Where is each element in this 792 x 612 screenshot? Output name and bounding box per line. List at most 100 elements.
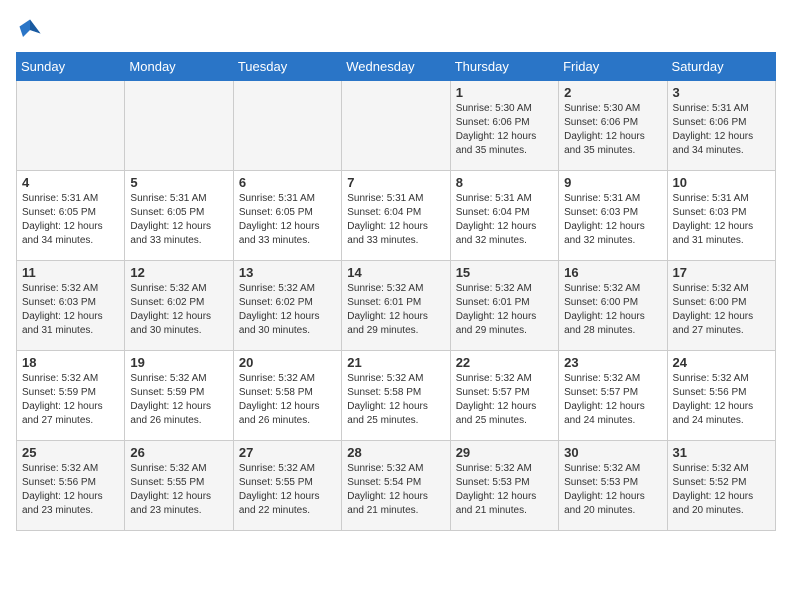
day-info: Sunrise: 5:31 AM Sunset: 6:04 PM Dayligh… xyxy=(347,192,444,248)
week-row-4: 18Sunrise: 5:32 AM Sunset: 5:59 PM Dayli… xyxy=(17,351,776,441)
week-row-2: 4 Sunrise: 5:31 AM Sunset: 6:05 PM Daylig… xyxy=(17,171,776,261)
calendar-cell: 1 Sunrise: 5:30 AM Sunset: 6:06 PM Daylig… xyxy=(450,81,558,171)
day-info: Sunrise: 5:31 AM Sunset: 6:05 PM Dayligh… xyxy=(239,192,336,248)
week-row-1: 1 Sunrise: 5:30 AM Sunset: 6:06 PM Daylig… xyxy=(17,81,776,171)
day-info: Sunrise: 5:31 AM Sunset: 6:04 PM Dayligh… xyxy=(456,192,553,248)
calendar-cell: 30 Sunrise: 5:32 AM Sunset: 5:53 PM Dayli… xyxy=(559,441,667,531)
day-info: Sunrise: 5:31 AM Sunset: 6:03 PM Dayligh… xyxy=(673,192,770,248)
day-number: 26 xyxy=(130,445,227,460)
day-info: Sunrise: 5:31 AM Sunset: 6:05 PM Dayligh… xyxy=(130,192,227,248)
calendar-cell xyxy=(125,81,233,171)
day-number: 31 xyxy=(673,445,770,460)
day-number: 2 xyxy=(564,85,661,100)
header xyxy=(16,16,776,44)
day-info: Sunrise: 5:32 AM Sunset: 5:56 PM Dayligh… xyxy=(673,372,770,428)
calendar-cell: 31 Sunrise: 5:32 AM Sunset: 5:52 PM Dayli… xyxy=(667,441,775,531)
calendar-table: SundayMondayTuesdayWednesdayThursdayFrid… xyxy=(16,52,776,531)
calendar-cell: 21 Sunrise: 5:32 AM Sunset: 5:58 PM Dayli… xyxy=(342,351,450,441)
day-number: 11 xyxy=(22,265,119,280)
day-info: Sunrise: 5:31 AM Sunset: 6:06 PM Dayligh… xyxy=(673,102,770,158)
day-info: Sunrise: 5:32 AM Sunset: 5:54 PM Dayligh… xyxy=(347,462,444,518)
day-number: 9 xyxy=(564,175,661,190)
calendar-cell: 29Sunrise: 5:32 AM Sunset: 5:53 PM Dayli… xyxy=(450,441,558,531)
day-number: 3 xyxy=(673,85,770,100)
day-number: 6 xyxy=(239,175,336,190)
day-info: Sunrise: 5:31 AM Sunset: 6:03 PM Dayligh… xyxy=(564,192,661,248)
calendar-cell: 24Sunrise: 5:32 AM Sunset: 5:56 PM Dayli… xyxy=(667,351,775,441)
day-info: Sunrise: 5:32 AM Sunset: 5:59 PM Dayligh… xyxy=(22,372,119,428)
calendar-cell xyxy=(17,81,125,171)
calendar-cell: 16 Sunrise: 5:32 AM Sunset: 6:00 PM Dayli… xyxy=(559,261,667,351)
calendar-cell: 9 Sunrise: 5:31 AM Sunset: 6:03 PM Daylig… xyxy=(559,171,667,261)
day-header-wednesday: Wednesday xyxy=(342,53,450,81)
calendar-cell: 26 Sunrise: 5:32 AM Sunset: 5:55 PM Dayli… xyxy=(125,441,233,531)
day-number: 23 xyxy=(564,355,661,370)
day-number: 25 xyxy=(22,445,119,460)
day-info: Sunrise: 5:31 AM Sunset: 6:05 PM Dayligh… xyxy=(22,192,119,248)
day-info: Sunrise: 5:32 AM Sunset: 6:01 PM Dayligh… xyxy=(456,282,553,338)
calendar-cell: 8 Sunrise: 5:31 AM Sunset: 6:04 PM Daylig… xyxy=(450,171,558,261)
day-header-monday: Monday xyxy=(125,53,233,81)
day-number: 13 xyxy=(239,265,336,280)
day-number: 10 xyxy=(673,175,770,190)
day-info: Sunrise: 5:32 AM Sunset: 5:53 PM Dayligh… xyxy=(564,462,661,518)
calendar-cell: 25 Sunrise: 5:32 AM Sunset: 5:56 PM Dayli… xyxy=(17,441,125,531)
day-header-thursday: Thursday xyxy=(450,53,558,81)
calendar-cell: 6 Sunrise: 5:31 AM Sunset: 6:05 PM Daylig… xyxy=(233,171,341,261)
calendar-cell: 10 Sunrise: 5:31 AM Sunset: 6:03 PM Dayli… xyxy=(667,171,775,261)
day-number: 1 xyxy=(456,85,553,100)
calendar-cell: 5 Sunrise: 5:31 AM Sunset: 6:05 PM Daylig… xyxy=(125,171,233,261)
calendar-cell: 3 Sunrise: 5:31 AM Sunset: 6:06 PM Daylig… xyxy=(667,81,775,171)
calendar-cell: 20 Sunrise: 5:32 AM Sunset: 5:58 PM Dayli… xyxy=(233,351,341,441)
header-row: SundayMondayTuesdayWednesdayThursdayFrid… xyxy=(17,53,776,81)
day-info: Sunrise: 5:32 AM Sunset: 5:57 PM Dayligh… xyxy=(564,372,661,428)
day-number: 8 xyxy=(456,175,553,190)
day-info: Sunrise: 5:32 AM Sunset: 5:52 PM Dayligh… xyxy=(673,462,770,518)
day-info: Sunrise: 5:32 AM Sunset: 6:00 PM Dayligh… xyxy=(673,282,770,338)
day-info: Sunrise: 5:32 AM Sunset: 6:03 PM Dayligh… xyxy=(22,282,119,338)
day-number: 7 xyxy=(347,175,444,190)
calendar-cell: 15Sunrise: 5:32 AM Sunset: 6:01 PM Dayli… xyxy=(450,261,558,351)
calendar-cell: 28 Sunrise: 5:32 AM Sunset: 5:54 PM Dayli… xyxy=(342,441,450,531)
calendar-cell: 27Sunrise: 5:32 AM Sunset: 5:55 PM Dayli… xyxy=(233,441,341,531)
day-number: 21 xyxy=(347,355,444,370)
day-number: 19 xyxy=(130,355,227,370)
day-info: Sunrise: 5:32 AM Sunset: 5:59 PM Dayligh… xyxy=(130,372,227,428)
day-number: 5 xyxy=(130,175,227,190)
day-number: 27 xyxy=(239,445,336,460)
day-number: 4 xyxy=(22,175,119,190)
day-number: 22 xyxy=(456,355,553,370)
day-header-friday: Friday xyxy=(559,53,667,81)
day-info: Sunrise: 5:32 AM Sunset: 6:02 PM Dayligh… xyxy=(130,282,227,338)
calendar-cell: 17Sunrise: 5:32 AM Sunset: 6:00 PM Dayli… xyxy=(667,261,775,351)
week-row-3: 11 Sunrise: 5:32 AM Sunset: 6:03 PM Dayli… xyxy=(17,261,776,351)
calendar-cell xyxy=(342,81,450,171)
day-info: Sunrise: 5:32 AM Sunset: 5:57 PM Dayligh… xyxy=(456,372,553,428)
day-number: 29 xyxy=(456,445,553,460)
day-info: Sunrise: 5:32 AM Sunset: 6:00 PM Dayligh… xyxy=(564,282,661,338)
day-number: 16 xyxy=(564,265,661,280)
day-number: 20 xyxy=(239,355,336,370)
calendar-cell: 11 Sunrise: 5:32 AM Sunset: 6:03 PM Dayli… xyxy=(17,261,125,351)
day-info: Sunrise: 5:32 AM Sunset: 5:58 PM Dayligh… xyxy=(347,372,444,428)
calendar-cell: 14Sunrise: 5:32 AM Sunset: 6:01 PM Dayli… xyxy=(342,261,450,351)
day-number: 28 xyxy=(347,445,444,460)
calendar-cell: 22 Sunrise: 5:32 AM Sunset: 5:57 PM Dayli… xyxy=(450,351,558,441)
logo xyxy=(16,16,48,44)
calendar-cell: 2 Sunrise: 5:30 AM Sunset: 6:06 PM Daylig… xyxy=(559,81,667,171)
day-info: Sunrise: 5:32 AM Sunset: 5:56 PM Dayligh… xyxy=(22,462,119,518)
calendar-cell: 12 Sunrise: 5:32 AM Sunset: 6:02 PM Dayli… xyxy=(125,261,233,351)
calendar-cell: 23 Sunrise: 5:32 AM Sunset: 5:57 PM Dayli… xyxy=(559,351,667,441)
calendar-cell: 13 Sunrise: 5:32 AM Sunset: 6:02 PM Dayli… xyxy=(233,261,341,351)
day-number: 30 xyxy=(564,445,661,460)
day-info: Sunrise: 5:32 AM Sunset: 6:02 PM Dayligh… xyxy=(239,282,336,338)
day-number: 12 xyxy=(130,265,227,280)
day-info: Sunrise: 5:30 AM Sunset: 6:06 PM Dayligh… xyxy=(456,102,553,158)
day-info: Sunrise: 5:32 AM Sunset: 5:55 PM Dayligh… xyxy=(130,462,227,518)
day-info: Sunrise: 5:32 AM Sunset: 6:01 PM Dayligh… xyxy=(347,282,444,338)
day-info: Sunrise: 5:32 AM Sunset: 5:58 PM Dayligh… xyxy=(239,372,336,428)
day-info: Sunrise: 5:30 AM Sunset: 6:06 PM Dayligh… xyxy=(564,102,661,158)
day-header-saturday: Saturday xyxy=(667,53,775,81)
calendar-cell: 7 Sunrise: 5:31 AM Sunset: 6:04 PM Daylig… xyxy=(342,171,450,261)
day-header-tuesday: Tuesday xyxy=(233,53,341,81)
